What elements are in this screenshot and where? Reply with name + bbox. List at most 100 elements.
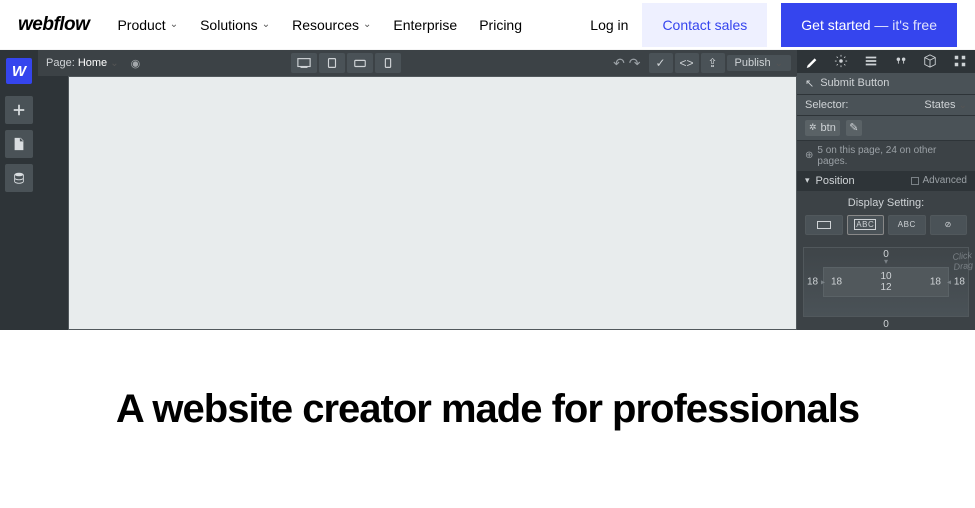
publish-button[interactable]: Publish ⌄	[727, 55, 791, 71]
advanced-label: Advanced	[923, 175, 967, 186]
nav-left: Product ⌄ Solutions ⌄ Resources⌄ Enterpris…	[117, 17, 522, 33]
nav-item-enterprise[interactable]: Enterprise	[393, 17, 457, 33]
get-started-button[interactable]: Get started — it's free	[781, 3, 957, 47]
page-name: Home	[78, 57, 107, 69]
display-inlineblock-button[interactable]: ABC	[847, 215, 885, 235]
display-setting-label: Display Setting:	[805, 197, 967, 209]
edit-selector-button[interactable]: ✎	[846, 120, 862, 136]
display-buttons: ABC ABC ⊘	[805, 215, 967, 235]
inlineblock-label: ABC	[854, 219, 876, 230]
page-label: Page:	[46, 57, 75, 69]
chevron-down-icon: ⌄	[959, 100, 967, 111]
page-indicator[interactable]: Page: Home ⌄	[46, 57, 119, 69]
device-tablet-landscape-button[interactable]	[347, 53, 373, 73]
canvas[interactable]	[68, 76, 797, 330]
padding-bottom-value[interactable]: 12	[880, 282, 891, 293]
get-started-sub: — it's free	[871, 17, 937, 33]
login-button[interactable]: Log in	[590, 17, 628, 33]
designer-ui: W Page: Home ⌄ ◉ ↶ ↷ ✓ <> ⇪ P	[0, 50, 975, 330]
selector-count-row: ⊕ 5 on this page, 24 on other pages.	[797, 141, 975, 171]
redo-button[interactable]: ↷	[627, 55, 643, 72]
add-element-button[interactable]	[5, 96, 33, 124]
chevron-down-icon: ⌄	[775, 58, 783, 69]
nav-item-solutions[interactable]: Solutions ⌄	[200, 17, 270, 33]
nav-right: Log in Contact sales Get started — it's …	[590, 3, 957, 47]
selector-label: Selector:	[805, 99, 848, 111]
settings-tab-button[interactable]	[830, 52, 852, 70]
hero-headline: A website creator made for professionals	[20, 386, 955, 432]
layout-tab-button[interactable]	[860, 52, 882, 70]
padding-right-value[interactable]: 18	[930, 276, 941, 287]
display-block-button[interactable]	[805, 215, 843, 235]
device-desktop-button[interactable]	[291, 53, 317, 73]
padding-left-value[interactable]: 18	[831, 276, 842, 287]
cms-button[interactable]	[5, 164, 33, 192]
block-icon	[817, 221, 831, 229]
selector-count-text: 5 on this page, 24 on other pages.	[817, 145, 967, 167]
check-button[interactable]: ✓	[649, 53, 673, 73]
spacing-hint: ClickDrag	[952, 250, 973, 272]
chevron-down-icon: ⌄	[110, 58, 118, 69]
selector-value-row: ✲ btn ✎	[797, 116, 975, 141]
handle-icon: ▸	[821, 277, 825, 286]
device-tablet-button[interactable]	[319, 53, 345, 73]
cursor-icon: ↖	[805, 77, 814, 90]
get-started-label: Get started	[801, 17, 870, 33]
position-section-header[interactable]: ▾ Position Advanced	[797, 171, 975, 191]
nav-item-product[interactable]: Product ⌄	[117, 17, 178, 33]
hidden-icon: ⊘	[945, 220, 952, 229]
style-panel: ↖ Submit Button Selector: States ⌄ ✲ btn…	[797, 50, 975, 330]
margin-bottom-value[interactable]: 0	[797, 319, 975, 330]
code-button[interactable]: <>	[675, 53, 699, 73]
pages-button[interactable]	[5, 130, 33, 158]
undo-button[interactable]: ↶	[611, 55, 627, 72]
designer-top-bar: Page: Home ⌄ ◉ ↶ ↷ ✓ <> ⇪ Publish ⌄	[38, 50, 797, 76]
top-nav: webflow Product ⌄ Solutions ⌄ Resources⌄ E…	[0, 0, 975, 50]
target-icon: ⊕	[805, 150, 813, 161]
undo-redo: ↶ ↷	[611, 55, 642, 72]
all-icon: ✲	[809, 122, 817, 133]
box-tab-button[interactable]	[919, 52, 941, 70]
selector-value: btn	[821, 122, 836, 134]
display-none-button[interactable]: ⊘	[930, 215, 968, 235]
nav-item-pricing[interactable]: Pricing	[479, 17, 522, 33]
states-label: States	[924, 99, 955, 111]
nav-label: Solutions	[200, 17, 258, 33]
display-inline-button[interactable]: ABC	[888, 215, 926, 235]
right-tools: ↶ ↷ ✓ <> ⇪ Publish ⌄	[611, 53, 791, 73]
webflow-icon[interactable]: W	[6, 58, 32, 84]
spacing-control[interactable]: 0 18 18 10 12 18 18 ClickDrag ▾ ▸ ◂	[803, 247, 969, 317]
publish-label: Publish	[735, 57, 771, 69]
export-button[interactable]: ⇪	[701, 53, 725, 73]
nav-label: Resources	[292, 17, 359, 33]
chevron-down-icon: ⌄	[170, 19, 178, 30]
panel-tabs	[797, 50, 975, 73]
margin-right-value[interactable]: 18	[954, 276, 965, 287]
selector-row: Selector: States ⌄	[797, 95, 975, 116]
submit-button-label: Submit Button	[820, 77, 889, 89]
nav-label: Product	[117, 17, 165, 33]
selector-chip[interactable]: ✲ btn	[805, 120, 840, 136]
display-setting: Display Setting: ABC ABC ⊘	[797, 191, 975, 241]
padding-top-value[interactable]: 10	[880, 271, 891, 282]
device-group	[291, 53, 401, 73]
logo[interactable]: webflow	[18, 14, 89, 36]
preview-icon[interactable]: ◉	[131, 57, 141, 70]
margin-left-value[interactable]: 18	[807, 276, 818, 287]
hero-section: A website creator made for professionals	[0, 330, 975, 472]
handle-icon: ◂	[947, 277, 951, 286]
device-mobile-button[interactable]	[375, 53, 401, 73]
contact-sales-button[interactable]: Contact sales	[642, 3, 767, 47]
nav-item-resources[interactable]: Resources⌄	[292, 17, 371, 33]
more-tab-button[interactable]	[949, 52, 971, 70]
states-dropdown[interactable]: States ⌄	[924, 99, 967, 111]
handle-icon: ▾	[884, 257, 888, 266]
checkbox-icon	[911, 177, 919, 185]
chevron-down-icon: ⌄	[262, 19, 270, 30]
submit-button-row[interactable]: ↖ Submit Button	[797, 73, 975, 95]
collapse-icon: ▾	[805, 175, 810, 186]
interactions-tab-button[interactable]	[890, 52, 912, 70]
advanced-toggle[interactable]: Advanced	[911, 175, 967, 186]
position-label: Position	[816, 175, 855, 187]
style-tab-button[interactable]	[801, 52, 823, 70]
